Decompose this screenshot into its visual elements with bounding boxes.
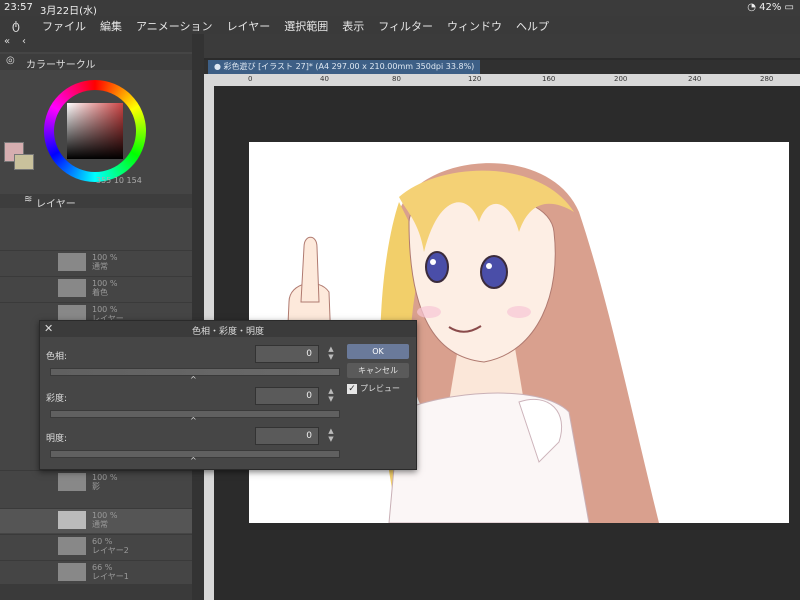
layer-row-selected[interactable]: 100 % 通常 [0, 508, 192, 533]
status-bar: 23:57 3月22日(水) ◔ 42% ▭ [0, 0, 800, 17]
ruler-tick: 120 [468, 75, 482, 83]
lightness-slider-thumb-icon[interactable]: ^ [190, 456, 197, 465]
layer-row[interactable]: 100 % 着色 [0, 276, 192, 301]
ruler-tick: 200 [614, 75, 628, 83]
menu-layer[interactable]: レイヤー [227, 18, 271, 34]
status-date: 3月22日(水) [40, 6, 97, 17]
panel-divider[interactable] [192, 34, 204, 600]
hue-label: 色相: [46, 352, 68, 362]
hue-slider-thumb-icon[interactable]: ^ [190, 375, 197, 384]
ruler-top: 0 40 80 120 160 200 240 280 [204, 74, 800, 86]
ruler-tick: 40 [320, 75, 329, 83]
layer-opacity: 100 % [92, 473, 118, 482]
saturation-label: 彩度: [46, 394, 68, 404]
ruler-tick: 280 [760, 75, 774, 83]
layer-row[interactable]: 60 % レイヤー2 [0, 534, 192, 559]
lightness-input[interactable]: 0 [255, 427, 319, 445]
menu-filter[interactable]: フィルター [378, 18, 433, 34]
menu-help[interactable]: ヘルプ [516, 18, 549, 34]
menu-bar: ტ ファイル 編集 アニメーション レイヤー 選択範囲 表示 フィルター ウィン… [0, 16, 800, 34]
layer-opacity: 100 % [92, 511, 118, 520]
layer-name: レイヤー1 [92, 572, 129, 581]
menu-window[interactable]: ウィンドウ [447, 18, 502, 34]
menu-animation[interactable]: アニメーション [136, 18, 213, 34]
panel-dock-bar: « ‹ [0, 34, 192, 52]
battery-percent: 42% [759, 2, 782, 13]
hue-input[interactable]: 0 [255, 345, 319, 363]
color-panel-title: カラーサークル [26, 60, 96, 71]
color-wheel-icon: ◎ [6, 55, 15, 66]
menu-selection[interactable]: 選択範囲 [284, 18, 328, 34]
layer-opacity: 66 % [92, 563, 113, 572]
layer-name: 影 [92, 482, 100, 491]
layer-row[interactable]: 100 % 通常 [0, 250, 192, 275]
document-tab[interactable]: ● 彩色遊び [イラスト 27]* (A4 297.00 x 210.00mm … [208, 60, 481, 74]
menu-file[interactable]: ファイル [42, 18, 86, 34]
status-time: 23:57 [4, 2, 33, 13]
menu-view[interactable]: 表示 [342, 18, 364, 34]
hue-saturation-dialog: ✕ 色相・彩度・明度 色相: 0 ▲ ▼ ^ 彩度: 0 ▲ ▼ ^ 明度: 0 ▲… [39, 320, 417, 470]
ruler-tick: 0 [248, 75, 253, 83]
layers-icon: ≋ [24, 194, 33, 205]
color-values: 355 10 154 [96, 176, 142, 185]
layer-opacity: 100 % [92, 279, 118, 288]
dialog-titlebar: ✕ 色相・彩度・明度 [40, 321, 416, 337]
layer-panel-bottom-bar [0, 584, 192, 600]
layer-row[interactable]: 66 % レイヤー1 [0, 560, 192, 585]
layer-thumbnail [58, 253, 86, 271]
status-right: ◔ 42% ▭ [747, 2, 794, 13]
saturation-value-square[interactable] [67, 103, 123, 159]
layer-opacity: 100 % [92, 253, 118, 262]
wifi-icon: ◔ [747, 2, 756, 13]
layer-blend: 通常 [92, 520, 108, 529]
saturation-stepper-icon[interactable]: ▲ ▼ [326, 387, 336, 405]
layer-opacity: 100 % [92, 305, 118, 314]
saturation-input[interactable]: 0 [255, 387, 319, 405]
command-bar [204, 34, 800, 58]
layer-blend: 通常 [92, 262, 108, 271]
ruler-tick: 160 [542, 75, 556, 83]
preview-label: プレビュー [360, 384, 400, 393]
hue-stepper-icon[interactable]: ▲ ▼ [326, 345, 336, 363]
layer-thumbnail [58, 473, 86, 491]
preview-checkbox[interactable]: ✓ プレビュー [347, 383, 400, 394]
dialog-title: 色相・彩度・明度 [191, 327, 264, 337]
layer-thumbnail [58, 537, 86, 555]
layer-row[interactable]: 100 % 影 [0, 470, 192, 495]
layer-name: 着色 [92, 288, 108, 297]
cancel-button[interactable]: キャンセル [347, 363, 409, 378]
saturation-slider-thumb-icon[interactable]: ^ [190, 416, 197, 425]
sub-color-swatch[interactable] [14, 154, 34, 170]
layer-panel-title: レイヤー [36, 199, 76, 210]
layer-thumbnail [58, 279, 86, 297]
color-panel-header: ◎ カラーサークル [0, 54, 192, 71]
document-tab-bar: ● 彩色遊び [イラスト 27]* (A4 297.00 x 210.00mm … [204, 60, 800, 74]
chevron-left-icon[interactable]: ‹ [22, 36, 26, 47]
layer-thumbnail [58, 511, 86, 529]
layer-name: レイヤー2 [92, 546, 129, 555]
lightness-label: 明度: [46, 434, 68, 444]
ruler-tick: 240 [688, 75, 702, 83]
battery-icon: ▭ [784, 2, 794, 13]
color-wheel[interactable] [44, 80, 146, 182]
ok-button[interactable]: OK [347, 344, 409, 359]
app-logo-icon[interactable]: ტ [12, 18, 20, 32]
layer-opacity: 60 % [92, 537, 113, 546]
layer-panel-header: ≋ レイヤー [0, 194, 192, 210]
collapse-icon[interactable]: « [4, 36, 10, 47]
menu-edit[interactable]: 編集 [100, 18, 122, 34]
ruler-tick: 80 [392, 75, 401, 83]
layer-thumbnail [58, 563, 86, 581]
lightness-stepper-icon[interactable]: ▲ ▼ [326, 427, 336, 445]
checkmark-icon[interactable]: ✓ [347, 383, 357, 394]
